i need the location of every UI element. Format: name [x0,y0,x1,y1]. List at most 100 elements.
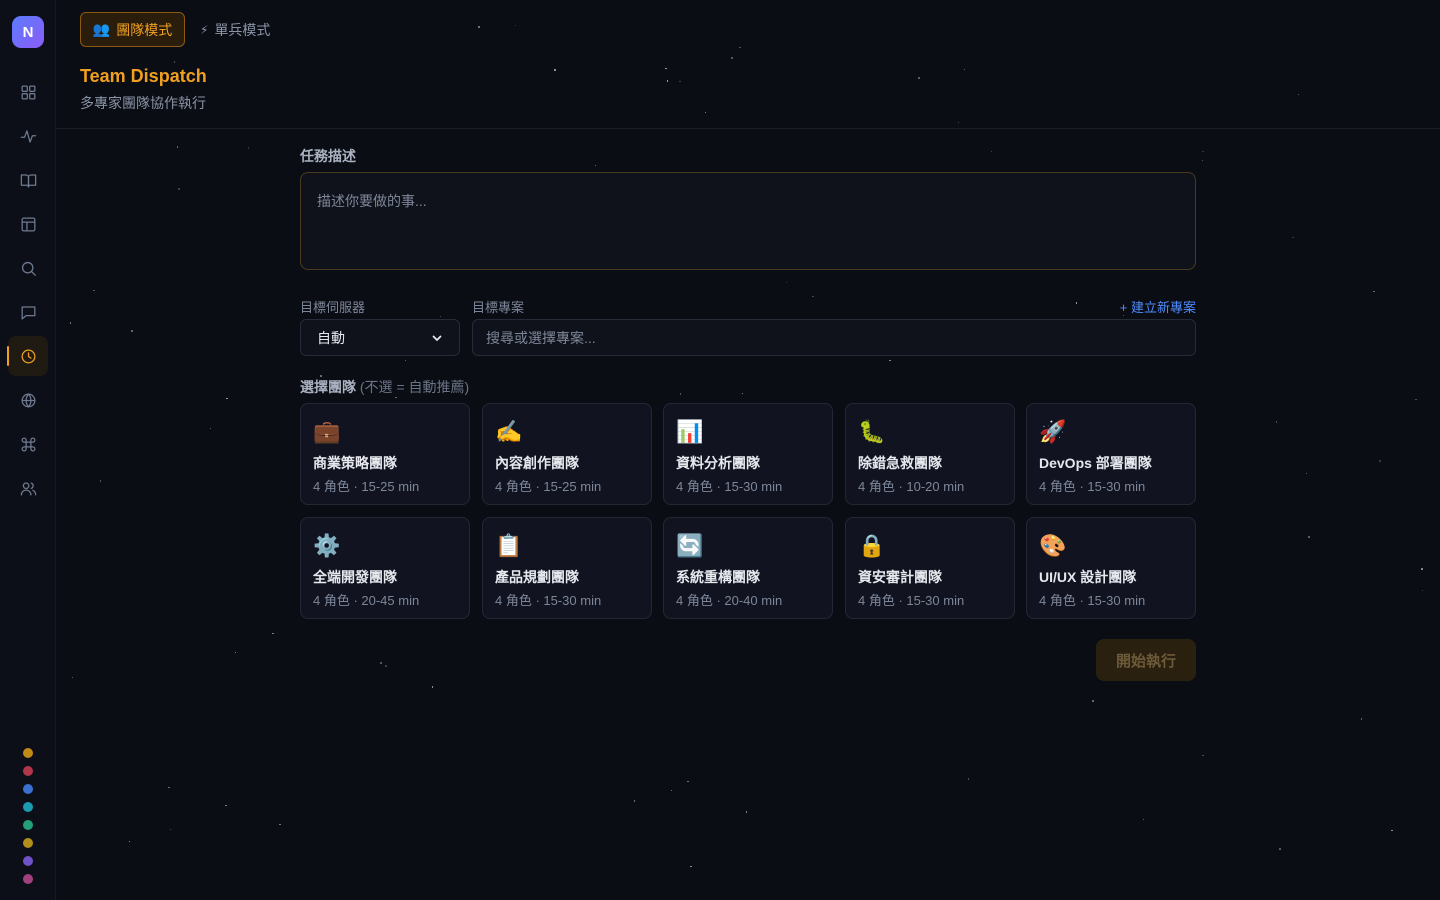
star [1279,848,1281,850]
star [666,80,669,82]
star [785,281,788,284]
star [71,676,74,679]
tab-team-mode[interactable]: 👥 團隊模式 [80,12,185,47]
team-card[interactable]: ✍️ 內容創作團隊 4 角色 · 15-25 min [482,403,652,505]
star [439,315,442,318]
star [225,804,227,807]
page-title: Team Dispatch [80,66,207,86]
team-name: 商業策略團隊 [313,455,397,471]
team-card[interactable]: 🐛 除錯急救團隊 4 角色 · 10-20 min [845,403,1015,505]
star [1292,236,1294,239]
star [670,789,672,792]
team-name: 產品規劃團隊 [495,569,579,585]
team-card[interactable]: 🔒 資安審計團隊 4 角色 · 15-30 min [845,517,1015,619]
team-name: 系統重構團隊 [676,569,760,585]
star [131,330,133,332]
star [957,121,960,124]
team-meta: 4 角色 · 20-45 min [313,593,420,608]
team-name: 資安審計團隊 [858,569,942,585]
task-label: 任務描述 [300,148,356,164]
server-select[interactable]: 自動 [300,319,460,356]
team-icon: 💼 [313,419,341,444]
team-meta: 4 角色 · 20-40 min [676,593,783,608]
star [1391,829,1393,832]
project-search-input[interactable]: 搜尋或選擇專案... [472,319,1196,356]
star [633,800,636,802]
star [889,359,891,362]
star [739,46,741,49]
star [69,322,72,324]
clock-icon[interactable] [7,336,48,376]
activity-icon[interactable] [8,116,48,156]
chat-icon[interactable] [8,292,48,332]
star [173,61,176,63]
team-name: DevOps 部署團隊 [1039,455,1152,471]
team-icon: 🔒 [858,533,886,558]
header-divider [56,128,1440,129]
star [279,823,281,826]
status-dot [23,856,33,866]
team-card[interactable]: 🎨 UI/UX 設計團隊 4 角色 · 15-30 min [1026,517,1196,619]
team-meta: 4 角色 · 15-30 min [858,593,965,608]
star [380,662,382,664]
star [431,686,434,688]
star [594,164,597,167]
status-dot [23,802,33,812]
star [1421,589,1424,592]
users-icon[interactable] [8,468,48,508]
new-project-link[interactable]: + 建立新專案 [1120,297,1196,316]
team-name: 資料分析團隊 [676,455,760,471]
team-card[interactable]: ⚙️ 全端開發團隊 4 角色 · 20-45 min [300,517,470,619]
team-card[interactable]: 📊 資料分析團隊 4 角色 · 15-30 min [663,403,833,505]
start-button[interactable]: 開始執行 [1096,639,1196,681]
status-dot [23,838,33,848]
server-label: 目標伺服器 [300,300,366,315]
command-icon[interactable] [8,424,48,464]
star [385,665,387,667]
star [169,828,171,831]
team-meta: 4 角色 · 15-30 min [676,479,783,494]
star [679,80,681,83]
team-label: 選擇團隊 [300,379,356,395]
team-card[interactable]: 🔄 系統重構團隊 4 角色 · 20-40 min [663,517,833,619]
star [1275,421,1278,423]
page-subtitle: 多專家團隊協作執行 [80,95,206,111]
star [404,359,407,362]
team-name: 內容創作團隊 [495,455,579,471]
star [209,427,212,430]
app-logo[interactable]: N [12,16,44,48]
team-card[interactable]: 📋 產品規劃團隊 4 角色 · 15-30 min [482,517,652,619]
team-icon: ✍️ [495,419,523,444]
star [990,150,993,153]
layout-icon[interactable] [8,204,48,244]
star [1202,150,1204,153]
star [128,840,131,842]
team-section-heading: 選擇團隊 (不選 = 自動推薦) [300,377,469,397]
team-meta: 4 角色 · 10-20 min [858,479,965,494]
search-icon[interactable] [8,248,48,288]
team-icon: 🎨 [1039,533,1067,558]
sidebar: N [0,0,56,900]
team-card[interactable]: 💼 商業策略團隊 4 角色 · 15-25 min [300,403,470,505]
star [679,393,682,395]
star [967,778,970,780]
grid-icon[interactable] [8,72,48,112]
tab-solo-mode[interactable]: ⚡ 單兵模式 [200,12,270,47]
star [247,147,250,149]
team-name: 全端開發團隊 [313,569,397,585]
star [1297,93,1300,96]
book-icon[interactable] [8,160,48,200]
star [745,811,748,813]
star [554,69,556,71]
star [514,24,517,27]
star [176,146,179,148]
team-card[interactable]: 🚀 DevOps 部署團隊 4 角色 · 15-30 min [1026,403,1196,505]
star [1202,754,1204,757]
star [234,651,237,654]
star [1201,159,1204,162]
server-select-value: 自動 [317,329,345,346]
task-description-textarea[interactable]: 描述你要做的事... [300,172,1196,270]
globe-icon[interactable] [8,380,48,420]
star [1379,460,1381,462]
team-name: 除錯急救團隊 [858,455,942,471]
